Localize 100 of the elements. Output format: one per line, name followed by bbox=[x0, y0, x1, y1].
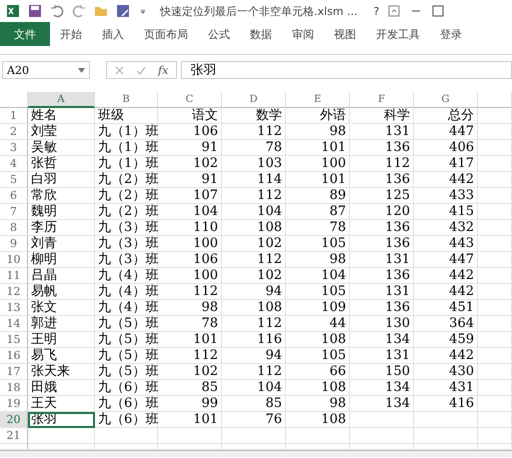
table-cell: 447 bbox=[414, 124, 478, 140]
row-header[interactable]: 6 bbox=[0, 188, 28, 204]
empty-cell bbox=[478, 140, 512, 156]
dropdown-icon[interactable] bbox=[78, 68, 85, 72]
row-header[interactable]: 11 bbox=[0, 268, 28, 284]
row-header[interactable]: 14 bbox=[0, 316, 28, 332]
save-as-icon[interactable] bbox=[116, 4, 130, 18]
table-cell: 109 bbox=[286, 300, 350, 316]
row-header[interactable]: 13 bbox=[0, 300, 28, 316]
table-cell: 吕晶 bbox=[28, 268, 95, 284]
table-cell: 刘青 bbox=[28, 236, 95, 252]
table-cell: 98 bbox=[286, 124, 350, 140]
empty-cell bbox=[28, 428, 95, 444]
save-icon[interactable] bbox=[28, 4, 42, 18]
ribbon-tab[interactable]: 开发工具 bbox=[366, 22, 430, 46]
row-header[interactable]: 16 bbox=[0, 348, 28, 364]
ribbon-tab[interactable]: 数据 bbox=[240, 22, 282, 46]
column-header[interactable]: C bbox=[158, 92, 222, 108]
empty-cell bbox=[478, 172, 512, 188]
table-cell: 104 bbox=[222, 380, 286, 396]
row-header[interactable]: 5 bbox=[0, 172, 28, 188]
table-cell: 416 bbox=[414, 396, 478, 412]
empty-cell bbox=[478, 156, 512, 172]
ribbon-tab[interactable]: 页面布局 bbox=[134, 22, 198, 46]
table-cell: 85 bbox=[222, 396, 286, 412]
table-cell: 107 bbox=[158, 188, 222, 204]
table-cell: 44 bbox=[286, 316, 350, 332]
row-header[interactable]: 18 bbox=[0, 380, 28, 396]
table-cell: 103 bbox=[222, 156, 286, 172]
undo-icon[interactable] bbox=[50, 4, 64, 18]
ribbon-tab[interactable]: 登录 bbox=[430, 22, 472, 46]
cancel-icon[interactable] bbox=[115, 66, 124, 74]
table-cell: 柳明 bbox=[28, 252, 95, 268]
table-cell: 131 bbox=[350, 124, 414, 140]
name-box[interactable]: A20 bbox=[2, 61, 90, 79]
table-cell: 112 bbox=[158, 348, 222, 364]
column-header[interactable]: D bbox=[222, 92, 286, 108]
maximize-icon[interactable] bbox=[431, 4, 446, 18]
table-cell: 136 bbox=[350, 268, 414, 284]
table-cell: 九（6）班 bbox=[95, 412, 158, 428]
row-header[interactable]: 17 bbox=[0, 364, 28, 380]
table-cell: 吴敏 bbox=[28, 140, 95, 156]
row-header[interactable]: 9 bbox=[0, 236, 28, 252]
table-cell: 姓名 bbox=[28, 108, 95, 124]
column-header[interactable]: G bbox=[414, 92, 478, 108]
row-header[interactable]: 20 bbox=[0, 412, 28, 428]
table-cell: 134 bbox=[350, 380, 414, 396]
table-cell: 九（1）班 bbox=[95, 156, 158, 172]
table-cell: 108 bbox=[222, 220, 286, 236]
table-cell: 443 bbox=[414, 236, 478, 252]
table-cell: 100 bbox=[158, 268, 222, 284]
column-header[interactable]: E bbox=[286, 92, 350, 108]
excel-icon[interactable] bbox=[6, 4, 20, 18]
table-cell: 100 bbox=[286, 156, 350, 172]
row-header[interactable]: 4 bbox=[0, 156, 28, 172]
table-cell: 447 bbox=[414, 252, 478, 268]
empty-cell bbox=[414, 428, 478, 444]
ribbon-tab[interactable]: 开始 bbox=[50, 22, 92, 46]
row-header[interactable]: 12 bbox=[0, 284, 28, 300]
folder-icon[interactable] bbox=[94, 4, 108, 18]
table-cell: 易飞 bbox=[28, 348, 95, 364]
table-cell: 张文 bbox=[28, 300, 95, 316]
table-cell: 张哲 bbox=[28, 156, 95, 172]
ribbon-tab[interactable]: 文件 bbox=[0, 22, 50, 46]
ribbon-tab[interactable]: 视图 bbox=[324, 22, 366, 46]
ribbon-tab[interactable]: 插入 bbox=[92, 22, 134, 46]
row-header[interactable]: 8 bbox=[0, 220, 28, 236]
row-header[interactable]: 21 bbox=[0, 428, 28, 444]
column-header[interactable]: B bbox=[95, 92, 158, 108]
table-cell: 九（4）班 bbox=[95, 300, 158, 316]
table-cell: 87 bbox=[286, 204, 350, 220]
table-cell: 112 bbox=[222, 364, 286, 380]
table-cell: 136 bbox=[350, 220, 414, 236]
redo-icon[interactable] bbox=[72, 4, 86, 18]
row-header[interactable]: 2 bbox=[0, 124, 28, 140]
column-header[interactable]: A bbox=[28, 92, 95, 108]
empty-cell bbox=[158, 428, 222, 444]
column-header[interactable]: F bbox=[350, 92, 414, 108]
table-cell: 417 bbox=[414, 156, 478, 172]
table-cell: 131 bbox=[350, 284, 414, 300]
table-cell: 班级 bbox=[95, 108, 158, 124]
table-cell: 94 bbox=[222, 348, 286, 364]
ribbon-tab[interactable]: 审阅 bbox=[282, 22, 324, 46]
empty-cell bbox=[478, 300, 512, 316]
insert-function-button[interactable]: fx bbox=[158, 64, 168, 76]
help-button[interactable]: ? bbox=[374, 4, 380, 18]
column-header[interactable] bbox=[478, 92, 512, 108]
row-header[interactable]: 1 bbox=[0, 108, 28, 124]
row-header[interactable]: 10 bbox=[0, 252, 28, 268]
table-cell: 85 bbox=[158, 380, 222, 396]
table-cell: 76 bbox=[222, 412, 286, 428]
row-header[interactable]: 7 bbox=[0, 204, 28, 220]
row-header[interactable]: 15 bbox=[0, 332, 28, 348]
ribbon-display-icon[interactable] bbox=[387, 4, 402, 18]
ribbon-tab[interactable]: 公式 bbox=[198, 22, 240, 46]
check-icon[interactable] bbox=[136, 66, 146, 74]
table-cell: 134 bbox=[350, 332, 414, 348]
formula-field[interactable]: 张羽 bbox=[181, 61, 512, 79]
table-cell: 九（4）班 bbox=[95, 268, 158, 284]
row-header[interactable]: 3 bbox=[0, 140, 28, 156]
